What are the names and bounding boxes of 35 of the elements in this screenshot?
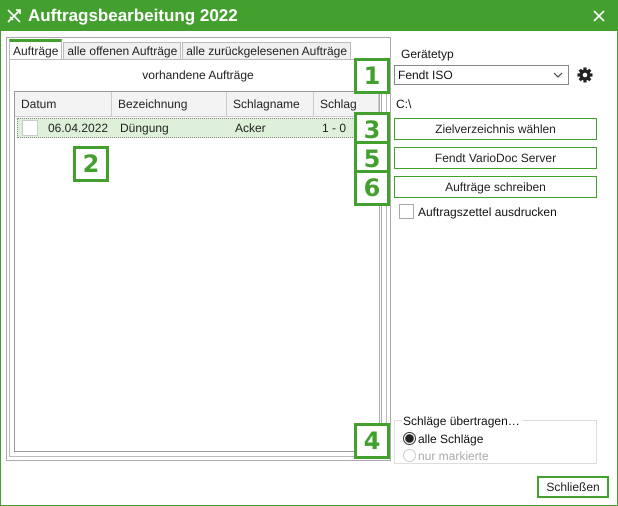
table-cell: 06.04.2022 — [48, 121, 108, 135]
callout-number: 2 — [73, 146, 109, 182]
tab[interactable]: alle offenen Aufträge — [63, 42, 182, 59]
column-header[interactable]: Datum — [15, 92, 112, 116]
close-icon[interactable] — [593, 10, 605, 22]
tab[interactable]: Aufträge — [9, 39, 62, 59]
close-button[interactable]: Schließen — [537, 476, 609, 498]
radio-button[interactable] — [403, 432, 416, 445]
action-button[interactable]: Zielverzeichnis wählen — [394, 118, 597, 140]
device-type-dropdown[interactable]: Fendt ISO — [394, 65, 569, 85]
radio-label: alle Schläge — [418, 432, 484, 446]
radio-label: nur markierte — [418, 448, 489, 462]
chevron-down-icon — [553, 72, 563, 78]
window-title: Auftragsbearbeitung 2022 — [28, 6, 239, 26]
action-button[interactable]: Fendt VarioDoc Server — [394, 147, 597, 169]
callout-number: 4 — [354, 423, 390, 459]
path-label: C:\ — [396, 97, 412, 111]
grid-caption: vorhandene Aufträge — [142, 68, 254, 82]
checkbox-label: Auftragszettel ausdrucken — [418, 204, 557, 218]
group-legend: Schläge übertragen… — [401, 414, 522, 428]
callout-number: 6 — [354, 170, 390, 206]
tab[interactable]: alle zurückgelesenen Aufträge — [182, 42, 352, 59]
table-cell: 1 - 0 — [322, 121, 346, 135]
field-label: Gerätetyp — [400, 47, 455, 61]
callout-number: 1 — [354, 58, 390, 94]
column-header[interactable]: Schlagname — [227, 92, 314, 116]
settings-icon[interactable] — [576, 66, 594, 84]
action-button[interactable]: Aufträge schreiben — [394, 176, 597, 198]
table-cell: Düngung — [120, 121, 169, 135]
checkbox[interactable] — [399, 204, 414, 219]
crossed-tools-icon — [6, 8, 22, 24]
row-checkbox[interactable] — [22, 120, 38, 136]
table-cell: Acker — [235, 121, 266, 135]
column-header[interactable]: Bezeichnung — [112, 92, 227, 116]
table-row[interactable]: 06.04.2022 Düngung Acker 1 - 0 — [17, 118, 355, 138]
